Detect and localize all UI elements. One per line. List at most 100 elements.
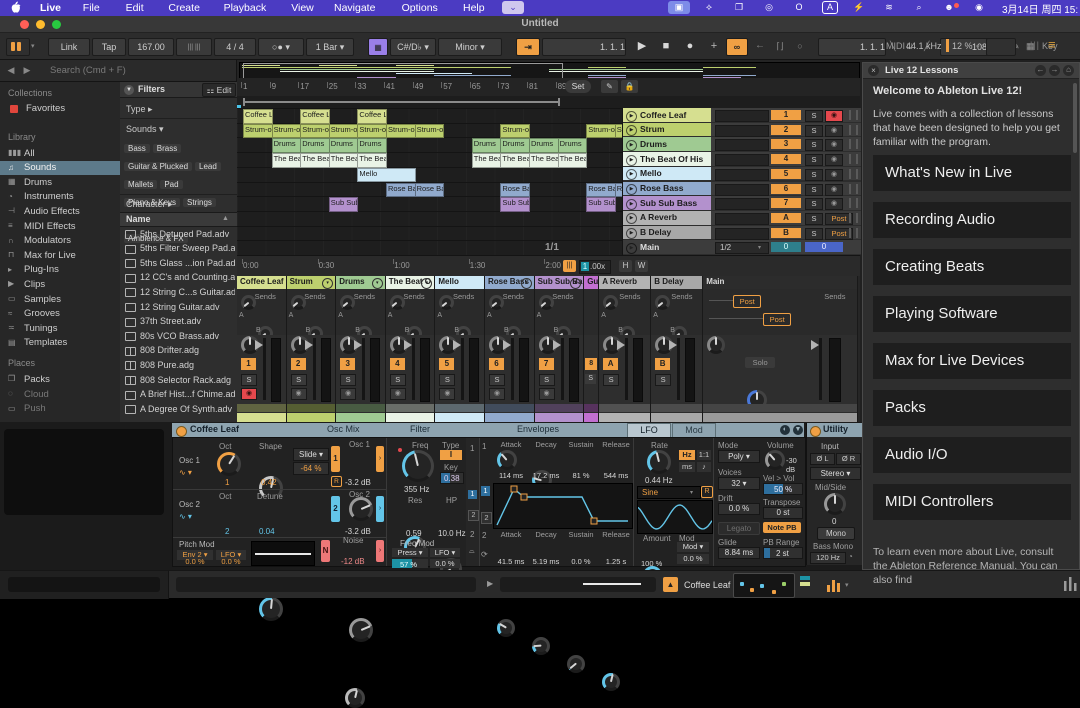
utility-title-bar[interactable]: Utility [807, 423, 863, 437]
fader-handle[interactable] [503, 340, 511, 350]
device-on-toggle[interactable] [176, 426, 187, 437]
device-title-bar[interactable]: Coffee LeafOsc MixFilterEnvelopesLFOMod◐… [172, 423, 804, 437]
lock-icon[interactable]: 🔒 [621, 80, 638, 93]
solo-button[interactable]: S [241, 374, 257, 386]
solo-button[interactable]: S [805, 154, 823, 166]
track-name-cell[interactable]: ▶Strum [623, 123, 711, 137]
arrangement-clip[interactable]: Strum-o [243, 124, 273, 139]
sidebar-item-drums[interactable]: ▦Drums [0, 175, 120, 189]
file-row[interactable]: A Brief Hist...f Chime.adv [120, 388, 237, 402]
file-row[interactable]: 5ths Filter Sweep Pad.adv [120, 242, 237, 256]
pointer-app-icon[interactable]: ◎ [758, 1, 780, 14]
mixer-track-title[interactable]: Mello [435, 276, 484, 289]
browser-back-icon[interactable]: ◀ [4, 65, 18, 77]
overview-zoom-window[interactable] [243, 63, 563, 79]
utility-on-toggle[interactable] [810, 426, 821, 437]
arm-button[interactable]: ◉ [825, 198, 843, 210]
arrangement-clip[interactable]: The Bea [300, 153, 330, 168]
mod-tab[interactable]: Mod [672, 423, 716, 438]
crossfade-strip[interactable] [237, 404, 286, 412]
osc1-oct-knob[interactable] [217, 452, 241, 476]
tag-lead[interactable]: Lead [195, 162, 221, 171]
track-number-box[interactable]: 2 [771, 125, 801, 135]
fader-track[interactable] [412, 338, 415, 400]
track-header-main[interactable]: ▶Main1/2▾00 [623, 240, 861, 254]
post-a-toggle[interactable]: Post [733, 295, 761, 308]
osc2-gain-knob[interactable] [349, 618, 373, 642]
track-name-cell[interactable]: ▶B Delay [623, 226, 711, 240]
track-name-cell[interactable]: ▶The Beat Of His [623, 152, 711, 166]
menu-item-navigate[interactable]: Navigate [326, 1, 383, 15]
lfo-rate-knob[interactable] [647, 450, 671, 474]
channel-mode-menu[interactable]: Stereo ▾ [810, 467, 861, 480]
play-button[interactable]: ▶ [632, 38, 652, 54]
env2-knob-decay[interactable] [532, 637, 550, 655]
device-thumbnail[interactable] [733, 573, 795, 598]
battery-icon[interactable]: ⚡ [848, 1, 870, 14]
env-tab-1[interactable]: 1 [481, 486, 490, 496]
edit-filters-button[interactable]: ⚏ Edit [202, 83, 236, 97]
osc2-on-toggle[interactable]: 2 [331, 496, 340, 522]
track-number-box[interactable]: A [771, 213, 801, 223]
track-grip[interactable] [849, 213, 858, 223]
zoom-height-button[interactable]: H [619, 260, 632, 272]
shortcut-o-icon[interactable]: O [788, 1, 810, 14]
track-header-a-reverb[interactable]: ▶A ReverbASPost [623, 211, 861, 225]
back-to-arrangement-icon[interactable]: ← [752, 38, 768, 54]
track-play-icon[interactable]: ▶ [626, 213, 637, 224]
send-a-knob[interactable] [603, 295, 618, 310]
osc2-wave-icon[interactable]: ∿ ▾ [179, 512, 192, 521]
arm-button[interactable]: ◉ [825, 125, 843, 137]
sidebar-item-instruments[interactable]: ◔Instruments [0, 190, 120, 204]
pencil-icon[interactable]: ✎ [601, 80, 618, 93]
main-right-box[interactable]: 0 [805, 242, 843, 252]
solo-button[interactable]: S [805, 198, 823, 210]
menu-item-help[interactable]: Help [455, 1, 493, 15]
env-loop-icon[interactable]: ⟳ [481, 550, 488, 559]
arm-button[interactable]: ◉ [825, 110, 843, 122]
track-grip[interactable] [849, 125, 858, 135]
track-number-box[interactable]: 4 [390, 358, 405, 370]
search-icon[interactable]: ⌕ [908, 1, 930, 14]
fold-icon[interactable]: ▾ [322, 278, 333, 289]
track-number-box[interactable]: 1 [241, 358, 256, 370]
arrangement-clip[interactable]: The Bea [472, 153, 502, 168]
send-a-knob[interactable] [241, 295, 256, 310]
mixer-strip-main[interactable]: MainSendsPostPostSolo [703, 276, 858, 422]
arrangement-clip[interactable]: Drums [357, 138, 387, 153]
arrangement-clip[interactable]: Drums [472, 138, 502, 153]
fader-handle[interactable] [404, 340, 412, 350]
solo-button[interactable]: S [390, 374, 406, 386]
track-play-icon[interactable]: ▶ [626, 243, 637, 254]
quantize-value-menu[interactable]: 1 Bar ▾ [306, 38, 354, 56]
crossfade-strip[interactable] [336, 404, 385, 412]
solo-button[interactable]: S [805, 110, 823, 122]
file-row[interactable]: 808 Drifter.adg [120, 344, 237, 358]
solo-button[interactable]: S [539, 374, 555, 386]
sidebar-item-all[interactable]: ▮▮▮All [0, 146, 120, 160]
track-play-icon[interactable]: ▶ [626, 155, 637, 166]
fader-handle[interactable] [553, 340, 561, 350]
arrangement-clip[interactable]: Rose Bas [586, 183, 616, 198]
crossfade-strip[interactable] [287, 404, 336, 412]
fader-handle[interactable] [305, 340, 313, 350]
scale-root-menu[interactable]: C#/D♭ ▾ [390, 38, 436, 56]
lfo-retrigger-button[interactable]: R [701, 486, 713, 498]
input-source-icon[interactable]: A [822, 1, 838, 14]
arrangement-clip[interactable]: Rose Bas [386, 183, 416, 198]
bass-mono-freq-field[interactable]: 120 Hz [810, 552, 846, 564]
sort-icon[interactable]: ▲ [222, 215, 229, 222]
tag-strings[interactable]: Strings [183, 198, 216, 207]
track-header-sub-sub-bass[interactable]: ▶Sub Sub Bass7S◉ [623, 196, 861, 210]
crossfade-strip[interactable] [485, 404, 534, 412]
track-name-cell[interactable]: ▶Rose Bass [623, 182, 711, 196]
arrangement-clip[interactable]: Sub Sub [329, 197, 359, 212]
tempo-field[interactable]: 167.00 [128, 38, 174, 56]
fader-track[interactable] [461, 338, 464, 400]
solo-button[interactable]: S [291, 374, 307, 386]
osc1-wave-icon[interactable]: ∿ ▾ [179, 468, 192, 477]
track-grip[interactable] [849, 139, 858, 149]
sidebar-item-midi-effects[interactable]: ≡MIDI Effects [0, 219, 120, 233]
lfo-hz-button[interactable]: Hz [679, 450, 695, 460]
crossfade-strip[interactable] [535, 404, 584, 412]
